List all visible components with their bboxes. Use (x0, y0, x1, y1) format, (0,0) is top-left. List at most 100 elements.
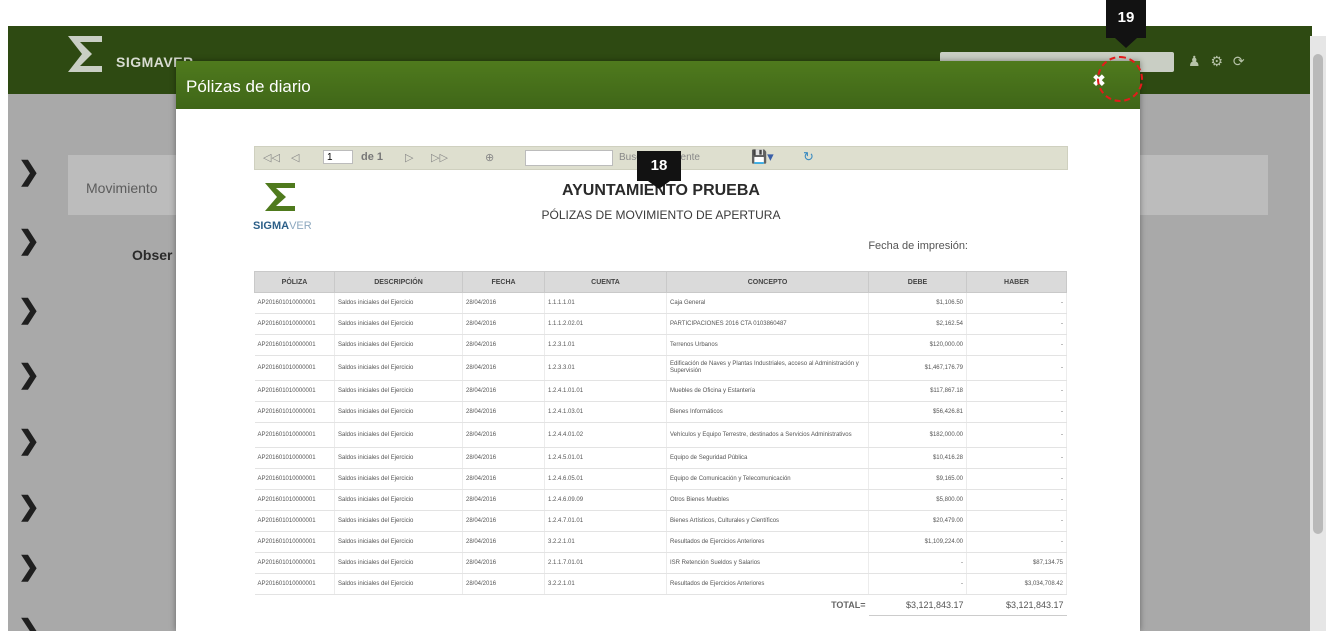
table-cell-haber: - (966, 380, 1067, 402)
find-text-input[interactable] (525, 150, 613, 166)
table-cell-fecha: 28/04/2016 (462, 573, 545, 595)
last-page-icon[interactable]: ▷▷ (431, 151, 448, 164)
table-cell-descripcion: Saldos iniciales del Ejercicio (334, 510, 463, 532)
table-cell-concepto: Equipo de Seguridad Pública (666, 447, 869, 469)
table-cell-descripcion: Saldos iniciales del Ejercicio (334, 573, 463, 595)
table-cell-descripcion: Saldos iniciales del Ejercicio (334, 334, 463, 356)
table-cell-concepto: ISR Retención Sueldos y Salarios (666, 552, 869, 574)
total-label: TOTAL= (831, 600, 866, 611)
table-cell-cuenta: 2.1.1.7.01.01 (544, 552, 667, 574)
polizas-modal: Pólizas de diario ✖ ◁◁ ◁ 1 de 1 ▷ ▷▷ ⊕ B… (176, 61, 1140, 631)
table-cell-cuenta: 1.2.4.6.09.09 (544, 489, 667, 511)
table-cell-haber: $3,034,708.42 (966, 573, 1067, 595)
table-cell-fecha: 28/04/2016 (462, 552, 545, 574)
table-cell-poliza: AP201601010000001 (254, 380, 335, 402)
scrollbar-thumb[interactable] (1313, 54, 1323, 534)
refresh-icon[interactable]: ↻ (803, 149, 814, 165)
page-scrollbar[interactable] (1310, 36, 1326, 631)
table-cell-poliza: AP201601010000001 (254, 334, 335, 356)
table-cell-poliza: AP201601010000001 (254, 531, 335, 553)
table-cell-debe: $117,867.18 (868, 380, 967, 402)
table-cell-haber: - (966, 531, 1067, 553)
sidebar-chevron-icon[interactable]: ❯ (18, 551, 40, 582)
table-cell-concepto: Equipo de Comunicación y Telecomunicació… (666, 468, 869, 490)
table-cell-cuenta: 1.1.1.1.01 (544, 292, 667, 314)
table-cell-haber: - (966, 510, 1067, 532)
table-cell-fecha: 28/04/2016 (462, 510, 545, 532)
sidebar-chevron-icon[interactable]: ❯ (18, 294, 40, 325)
table-cell-cuenta: 3.2.2.1.01 (544, 531, 667, 553)
table-cell-haber: - (966, 401, 1067, 423)
sidebar-chevron-icon[interactable]: ❯ (18, 614, 40, 631)
table-cell-fecha: 28/04/2016 (462, 468, 545, 490)
save-icon[interactable]: 💾▾ (751, 149, 774, 165)
table-row: AP201601010000001 Saldos iniciales del Ej… (254, 447, 1067, 469)
table-cell-descripcion: Saldos iniciales del Ejercicio (334, 422, 463, 448)
table-cell-debe: - (868, 552, 967, 574)
table-cell-poliza: AP201601010000001 (254, 447, 335, 469)
table-cell-fecha: 28/04/2016 (462, 313, 545, 335)
column-header: DESCRIPCIÓN (334, 271, 463, 293)
column-header: DEBE (868, 271, 967, 293)
table-cell-fecha: 28/04/2016 (462, 380, 545, 402)
first-page-icon[interactable]: ◁◁ (263, 151, 280, 164)
table-cell-debe: - (868, 573, 967, 595)
table-cell-haber: - (966, 292, 1067, 314)
table-cell-cuenta: 1.2.4.6.05.01 (544, 468, 667, 490)
prev-page-icon[interactable]: ◁ (291, 151, 299, 164)
table-cell-cuenta: 1.2.4.4.01.02 (544, 422, 667, 448)
sigmaver-logo-icon (68, 36, 102, 72)
table-cell-descripcion: Saldos iniciales del Ejercicio (334, 401, 463, 423)
table-cell-concepto: Caja General (666, 292, 869, 314)
table-cell-fecha: 28/04/2016 (462, 355, 545, 381)
table-cell-poliza: AP201601010000001 (254, 510, 335, 532)
table-row: AP201601010000001 Saldos iniciales del Ej… (254, 468, 1067, 490)
modal-header: Pólizas de diario ✖ (176, 61, 1140, 109)
print-date-label: Fecha de impresión: (868, 240, 968, 252)
sidebar-chevron-icon[interactable]: ❯ (18, 425, 40, 456)
table-row: AP201601010000001 Saldos iniciales del Ej… (254, 422, 1067, 448)
background-section-title: Movimiento (86, 180, 158, 196)
table-cell-poliza: AP201601010000001 (254, 313, 335, 335)
table-cell-cuenta: 1.2.4.7.01.01 (544, 510, 667, 532)
table-row: AP201601010000001 Saldos iniciales del Ej… (254, 531, 1067, 553)
table-cell-fecha: 28/04/2016 (462, 531, 545, 553)
table-cell-concepto: Edificación de Naves y Plantas Industria… (666, 355, 869, 381)
table-cell-haber: - (966, 334, 1067, 356)
table-cell-concepto: Bienes Informáticos (666, 401, 869, 423)
polizas-table: PÓLIZA DESCRIPCIÓN FECHA CUENTA CONCEPTO… (254, 271, 1067, 616)
zoom-icon[interactable]: ⊕ (485, 151, 494, 164)
table-row: AP201601010000001 Saldos iniciales del Ej… (254, 380, 1067, 402)
next-page-icon[interactable]: ▷ (405, 151, 413, 164)
table-cell-descripcion: Saldos iniciales del Ejercicio (334, 552, 463, 574)
table-cell-concepto: Muebles de Oficina y Estantería (666, 380, 869, 402)
table-cell-descripcion: Saldos iniciales del Ejercicio (334, 355, 463, 381)
table-cell-descripcion: Saldos iniciales del Ejercicio (334, 468, 463, 490)
table-cell-descripcion: Saldos iniciales del Ejercicio (334, 531, 463, 553)
page-number-input[interactable]: 1 (323, 150, 353, 164)
column-header: FECHA (462, 271, 545, 293)
table-row: AP201601010000001 Saldos iniciales del Ej… (254, 334, 1067, 356)
report-logo-text: SIGMAVER (253, 220, 312, 232)
report-logo-icon (265, 183, 295, 211)
table-cell-fecha: 28/04/2016 (462, 334, 545, 356)
table-cell-descripcion: Saldos iniciales del Ejercicio (334, 380, 463, 402)
sidebar-chevron-icon[interactable]: ❯ (18, 491, 40, 522)
table-cell-cuenta: 1.2.4.1.01.01 (544, 380, 667, 402)
callout-pointer (1115, 38, 1137, 48)
table-cell-fecha: 28/04/2016 (462, 489, 545, 511)
table-cell-cuenta: 1.2.3.3.01 (544, 355, 667, 381)
table-cell-cuenta: 1.1.1.2.02.01 (544, 313, 667, 335)
table-row: AP201601010000001 Saldos iniciales del Ej… (254, 552, 1067, 574)
table-cell-debe: $1,109,224.00 (868, 531, 967, 553)
sidebar-chevron-icon[interactable]: ❯ (18, 359, 40, 390)
table-row: AP201601010000001 Saldos iniciales del Ej… (254, 355, 1067, 381)
table-cell-descripcion: Saldos iniciales del Ejercicio (334, 292, 463, 314)
total-row: TOTAL= $3,121,843.17 $3,121,843.17 (255, 594, 1067, 616)
sidebar-chevron-icon[interactable]: ❯ (18, 156, 40, 187)
table-cell-debe: $182,000.00 (868, 422, 967, 448)
header-user-icons[interactable]: ♟ ⚙ ⟳ (1188, 53, 1248, 70)
sidebar-chevron-icon[interactable]: ❯ (18, 225, 40, 256)
table-cell-fecha: 28/04/2016 (462, 422, 545, 448)
table-cell-debe: $2,162.54 (868, 313, 967, 335)
